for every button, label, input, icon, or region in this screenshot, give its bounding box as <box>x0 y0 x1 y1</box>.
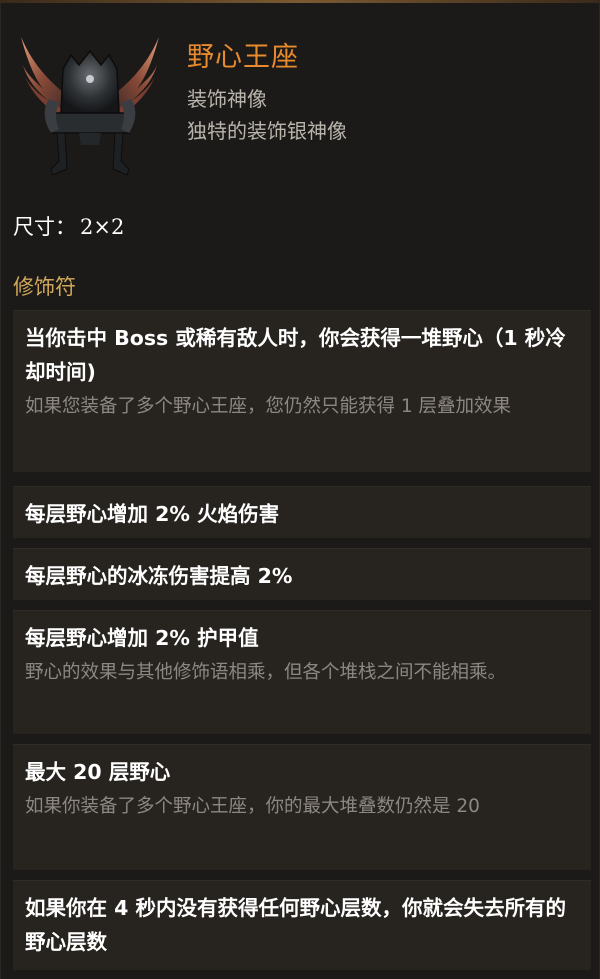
affix-main-text: 每层野心的冰冻伤害提高 2% <box>25 564 293 588</box>
item-title: 野心王座 <box>187 42 299 73</box>
affix-note-text: 如果你装备了多个野心王座，你的最大堆叠数仍然是 20 <box>25 796 480 817</box>
affix-box: 每层野心增加 2% 火焰伤害 <box>13 486 591 538</box>
affix-box: 每层野心的冰冻伤害提高 2% <box>13 548 591 600</box>
affix-box: 如果你在 4 秒内没有获得任何野心层数，你就会失去所有的野心层数 <box>13 880 591 970</box>
item-tooltip-panel: 野心王座 装饰神像 独特的装饰银神像 尺寸： 2×2 修饰符 当你击中 Boss … <box>0 3 600 979</box>
affix-box: 每层野心增加 2% 护甲值 野心的效果与其他修饰语相乘，但各个堆栈之间不能相乘。 <box>13 610 591 734</box>
affix-note-text: 野心的效果与其他修饰语相乘，但各个堆栈之间不能相乘。 <box>25 662 507 683</box>
affix-box: 最大 20 层野心 如果你装备了多个野心王座，你的最大堆叠数仍然是 20 <box>13 744 591 870</box>
item-size-label: 尺寸： <box>13 215 76 239</box>
affix-main-text: 每层野心增加 2% 护甲值 <box>25 626 259 650</box>
item-size: 尺寸： 2×2 <box>13 211 124 241</box>
item-size-value: 2×2 <box>80 215 125 239</box>
item-type: 装饰神像 <box>187 87 267 111</box>
affix-box: 当你击中 Boss 或稀有敌人时，你会获得一堆野心（1 秒冷却时间) 如果您装备… <box>13 310 591 472</box>
affix-heading: 修饰符 <box>13 275 76 299</box>
item-description: 独特的装饰银神像 <box>187 119 347 143</box>
winged-throne-statue-icon <box>13 29 167 181</box>
affix-main-text: 每层野心增加 2% 火焰伤害 <box>25 502 280 526</box>
affix-main-text: 当你击中 Boss 或稀有敌人时，你会获得一堆野心（1 秒冷却时间) <box>25 326 566 384</box>
affix-main-text: 如果你在 4 秒内没有获得任何野心层数，你就会失去所有的野心层数 <box>25 896 567 954</box>
affix-main-text: 最大 20 层野心 <box>25 760 171 784</box>
affix-note-text: 如果您装备了多个野心王座，您仍然只能获得 1 层叠加效果 <box>25 396 512 417</box>
